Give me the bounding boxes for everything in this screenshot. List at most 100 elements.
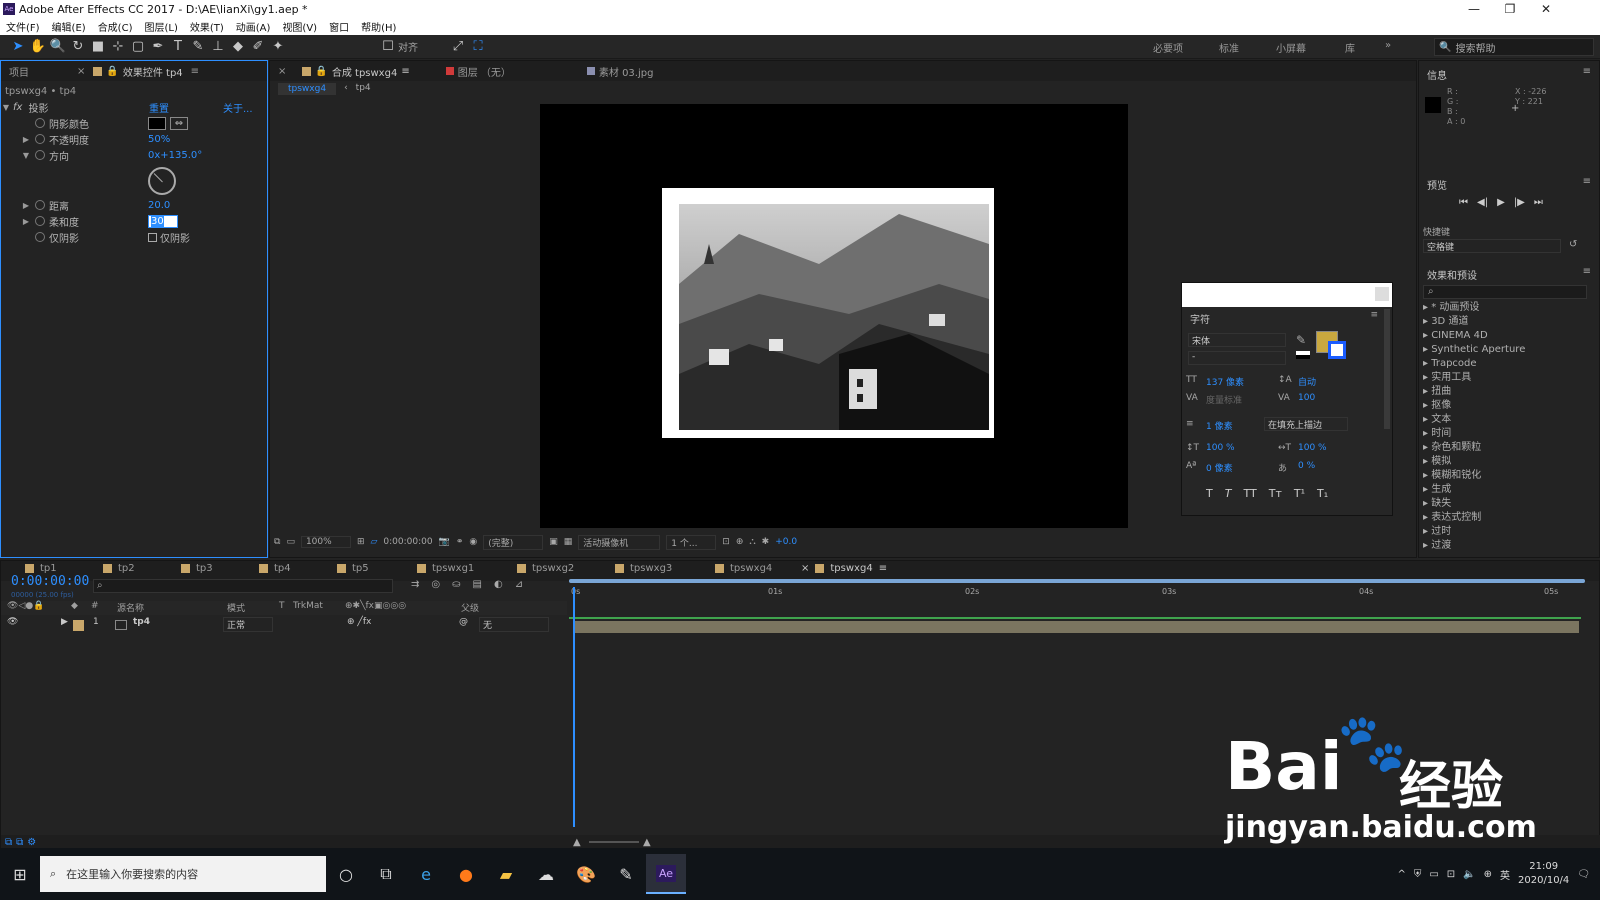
- current-time-indicator[interactable]: [573, 587, 575, 827]
- menu-effect[interactable]: 效果(T): [184, 19, 230, 34]
- effect-category-item[interactable]: ▸ 生成: [1419, 483, 1589, 497]
- zoom-out-icon[interactable]: ▲: [573, 837, 581, 848]
- effect-category-item[interactable]: ▸ 缺失: [1419, 497, 1589, 511]
- reset-link[interactable]: 重置: [149, 100, 169, 115]
- close-tab-icon[interactable]: ×: [77, 66, 85, 77]
- app-icon[interactable]: ☁: [526, 854, 566, 894]
- pen-tool-icon[interactable]: ✒: [148, 37, 168, 57]
- faux-bold-button[interactable]: T: [1206, 487, 1213, 500]
- language-globe-icon[interactable]: ⊕: [1484, 869, 1492, 880]
- panel-menu-icon[interactable]: ≡: [191, 66, 199, 77]
- softness-input[interactable]: 30: [151, 215, 164, 227]
- snap-options-icon[interactable]: ⛶: [468, 37, 488, 57]
- effect-category-item[interactable]: ▸ 文本: [1419, 413, 1589, 427]
- layer-duration-bar[interactable]: [575, 621, 1579, 633]
- panel-menu-icon[interactable]: ≡: [1583, 176, 1591, 187]
- superscript-button[interactable]: T¹: [1294, 487, 1305, 500]
- faux-italic-button[interactable]: T: [1225, 487, 1232, 500]
- zoom-in-icon[interactable]: ▲: [643, 837, 651, 848]
- menu-file[interactable]: 文件(F): [0, 19, 46, 34]
- puppet-tool-icon[interactable]: ✦: [268, 37, 288, 57]
- timeline-tab[interactable]: tp3: [181, 563, 213, 574]
- menu-composition[interactable]: 合成(C): [92, 19, 139, 34]
- opacity-value[interactable]: 50%: [148, 134, 170, 145]
- flowchart-icon[interactable]: ⛬: [749, 537, 755, 547]
- draft-3d-icon[interactable]: ◎: [431, 579, 440, 590]
- toggle-pixel-icon[interactable]: ⊡: [722, 537, 730, 547]
- effect-category-item[interactable]: ▸ 3D 通道: [1419, 315, 1589, 329]
- comp-mini-flowchart-icon[interactable]: ⇉: [411, 579, 419, 590]
- reset-icon[interactable]: ↺: [1569, 239, 1577, 250]
- direction-dial[interactable]: [148, 167, 176, 195]
- effect-category-item[interactable]: ▸ CINEMA 4D: [1419, 329, 1589, 343]
- timeline-tab-active[interactable]: × tpswxg4 ≡: [801, 563, 887, 574]
- effect-category-item[interactable]: ▸ 杂色和颗粒: [1419, 441, 1589, 455]
- play-icon[interactable]: ▶: [1497, 197, 1505, 208]
- effect-category-item[interactable]: ▸ 抠像: [1419, 399, 1589, 413]
- effect-category-item[interactable]: ▸ 模糊和锐化: [1419, 469, 1589, 483]
- font-size-value[interactable]: 137 像素: [1206, 375, 1244, 388]
- tsume-value[interactable]: 0 %: [1298, 461, 1315, 471]
- more-workspaces-icon[interactable]: »: [1385, 40, 1391, 51]
- snapshot-icon[interactable]: 📷: [439, 537, 450, 547]
- effect-category-item[interactable]: ▸ 时间: [1419, 427, 1589, 441]
- effect-category-item[interactable]: ▸ 过渡: [1419, 539, 1589, 553]
- maximize-button[interactable]: ❐: [1492, 0, 1528, 18]
- expand-triangle-icon[interactable]: ▼: [1, 103, 11, 112]
- timeline-tab[interactable]: tpswxg2: [517, 563, 574, 574]
- menu-animation[interactable]: 动画(A): [230, 19, 277, 34]
- panel-menu-icon[interactable]: ≡: [1583, 66, 1591, 77]
- type-tool-icon[interactable]: T: [168, 37, 188, 57]
- zoom-dropdown[interactable]: 100%: [300, 536, 351, 548]
- stopwatch-icon[interactable]: [35, 232, 45, 242]
- workspace-standard[interactable]: 标准: [1219, 40, 1239, 55]
- task-view-icon[interactable]: ⧉: [366, 854, 406, 894]
- current-time-display[interactable]: 0:00:00:00: [383, 537, 432, 547]
- shortcut-dropdown[interactable]: 空格键: [1423, 239, 1561, 253]
- first-frame-icon[interactable]: ⏮: [1459, 197, 1468, 208]
- next-frame-icon[interactable]: |▶: [1514, 197, 1525, 208]
- effect-category-item[interactable]: ▸ 表达式控制: [1419, 511, 1589, 525]
- effect-category-item[interactable]: ▸ * 动画预设: [1419, 301, 1589, 315]
- layer-name[interactable]: tp4: [133, 617, 150, 627]
- brush-tool-icon[interactable]: ✎: [188, 37, 208, 57]
- cortana-icon[interactable]: ○: [326, 854, 366, 894]
- toggle-render-icon[interactable]: ⚙: [27, 837, 36, 848]
- ime-indicator[interactable]: 英: [1500, 867, 1510, 882]
- stopwatch-icon[interactable]: [35, 216, 45, 226]
- timeline-tab[interactable]: tp1: [25, 563, 57, 574]
- effects-search-field[interactable]: ⌕: [1423, 285, 1587, 299]
- panel-menu-icon[interactable]: ≡: [1370, 310, 1378, 320]
- font-family-dropdown[interactable]: 宋体: [1188, 333, 1286, 347]
- font-style-dropdown[interactable]: -: [1188, 351, 1286, 365]
- close-panel-icon[interactable]: [1375, 287, 1389, 301]
- stopwatch-icon[interactable]: [35, 118, 45, 128]
- expand-triangle-icon[interactable]: ▼: [21, 151, 31, 160]
- stroke-width-value[interactable]: 1 像素: [1206, 419, 1233, 432]
- horizontal-scale-value[interactable]: 100 %: [1298, 443, 1327, 453]
- stopwatch-icon[interactable]: [35, 150, 45, 160]
- timeline-tab[interactable]: tpswxg4: [715, 563, 772, 574]
- expand-triangle-icon[interactable]: ▶: [61, 617, 68, 627]
- stroke-mode-dropdown[interactable]: 在填充上描边: [1264, 417, 1348, 431]
- workspace-essentials[interactable]: 必要项: [1153, 40, 1183, 55]
- shadow-only-checkbox[interactable]: [148, 232, 157, 242]
- notepad-icon[interactable]: ✎: [606, 854, 646, 894]
- comp-viewer[interactable]: [540, 104, 1128, 528]
- network-icon[interactable]: ⊡: [1447, 869, 1455, 880]
- menu-edit[interactable]: 编辑(E): [46, 19, 92, 34]
- layer-row[interactable]: 👁 ▶ 1 tp4 正常 ⊕ ╱fx @ 无: [1, 617, 567, 633]
- zoom-tool-icon[interactable]: 🔍: [48, 37, 68, 57]
- tray-chevron-icon[interactable]: ^: [1397, 869, 1405, 880]
- file-explorer-icon[interactable]: ▰: [486, 854, 526, 894]
- shadow-color-swatch[interactable]: [148, 116, 166, 130]
- reset-exposure-icon[interactable]: ⊕: [736, 537, 744, 547]
- direction-value[interactable]: 0x+135.0°: [148, 150, 202, 161]
- timeline-tab[interactable]: tpswxg3: [615, 563, 672, 574]
- stroke-color-swatch[interactable]: [1328, 341, 1346, 359]
- roto-brush-tool-icon[interactable]: ✐: [248, 37, 268, 57]
- notifications-icon[interactable]: 🗨: [1577, 869, 1590, 880]
- close-tab-icon[interactable]: ×: [270, 66, 294, 77]
- snapping-icon[interactable]: ⤢: [448, 37, 468, 57]
- effect-category-item[interactable]: ▸ 实用工具: [1419, 371, 1589, 385]
